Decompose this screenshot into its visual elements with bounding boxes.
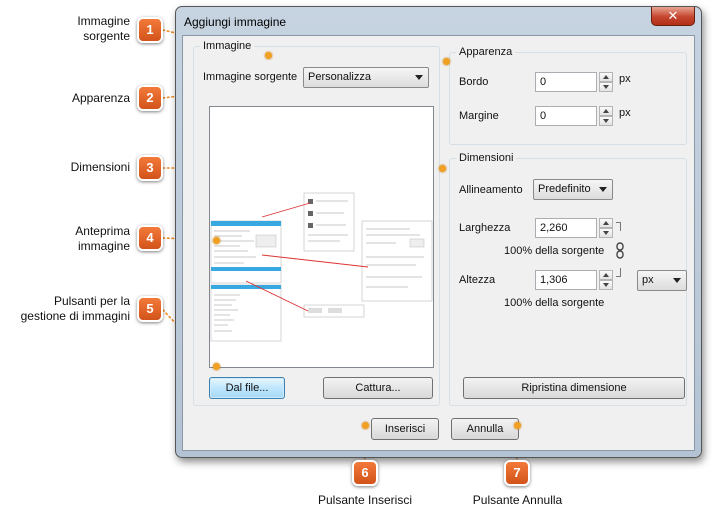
height-spin-arrows-icon[interactable] [599, 270, 613, 290]
source-image-label: Immagine sorgente [203, 71, 298, 83]
callout-2-label: Apparenza [71, 91, 130, 105]
margin-label: Margine [459, 110, 499, 122]
dialog-client-area: Immagine Immagine sorgente Personalizza [182, 35, 695, 451]
width-spin-arrows-icon[interactable] [599, 218, 613, 238]
height-percent: 100% della sorgente [504, 297, 605, 309]
border-unit: px [619, 73, 631, 85]
preview-thumbnail [210, 192, 433, 342]
callout-7-label: Pulsante Annulla [472, 493, 563, 507]
unit-select[interactable]: px [637, 270, 687, 291]
width-link-bracket [616, 222, 621, 231]
callout-3-dot [439, 165, 446, 172]
margin-spin-arrows-icon[interactable] [599, 106, 613, 126]
width-percent: 100% della sorgente [504, 245, 605, 257]
image-preview [209, 106, 434, 368]
width-input[interactable]: 2,260 [535, 218, 597, 238]
dialog-title: Aggiungi immagine [184, 15, 287, 29]
border-label: Bordo [459, 76, 489, 88]
unit-value: px [642, 274, 654, 286]
source-image-select[interactable]: Personalizza [303, 67, 429, 88]
cancel-button[interactable]: Annulla [451, 418, 519, 440]
height-label: Altezza [459, 274, 496, 286]
callout-badge-3: 3 [137, 155, 163, 181]
callout-4-dot [213, 237, 220, 244]
image-group-title: Immagine [200, 40, 255, 52]
callout-3-label: Dimensioni [70, 160, 130, 174]
chevron-down-icon [599, 187, 607, 192]
reset-size-button[interactable]: Ripristina dimensione [463, 377, 685, 399]
callout-4-label: Anteprima immagine [75, 224, 130, 253]
height-link-bracket [616, 268, 621, 277]
callout-5-dot [213, 363, 220, 370]
callout-badge-4: 4 [137, 225, 163, 251]
callout-6-dot [362, 422, 369, 429]
insert-button[interactable]: Inserisci [371, 418, 439, 440]
margin-unit: px [619, 107, 631, 119]
callout-1-label: Immagine sorgente [77, 14, 130, 43]
capture-button[interactable]: Cattura... [323, 377, 433, 399]
chevron-down-icon [415, 75, 423, 80]
chain-link-icon[interactable] [616, 242, 624, 259]
close-icon: ✕ [667, 8, 679, 23]
height-input[interactable]: 1,306 [535, 270, 597, 290]
close-button[interactable]: ✕ [651, 7, 695, 26]
callout-2-dot [443, 58, 450, 65]
appearance-group: Apparenza [449, 46, 687, 145]
callout-badge-6: 6 [352, 460, 378, 486]
callout-badge-7: 7 [504, 460, 530, 486]
callout-badge-5: 5 [137, 296, 163, 322]
alignment-select[interactable]: Predefinito [533, 179, 613, 200]
callout-1-dot [265, 52, 272, 59]
chevron-down-icon [673, 278, 681, 283]
callout-7-dot [514, 422, 521, 429]
from-file-button[interactable]: Dal file... [209, 377, 285, 399]
add-image-dialog: Aggiungi immagine ✕ Immagine Immagine so… [175, 6, 702, 458]
callout-badge-1: 1 [137, 17, 163, 43]
dimensions-group-title: Dimensioni [456, 152, 517, 164]
width-label: Larghezza [459, 222, 511, 234]
border-input[interactable]: 0 [535, 72, 597, 92]
callout-5-label: Pulsanti per la gestione di immagini [20, 294, 130, 323]
alignment-label: Allineamento [459, 184, 523, 196]
callout-6-label: Pulsante Inserisci [317, 493, 413, 507]
margin-input[interactable]: 0 [535, 106, 597, 126]
callout-badge-2: 2 [137, 85, 163, 111]
border-spin-arrows-icon[interactable] [599, 72, 613, 92]
appearance-group-title: Apparenza [456, 46, 516, 58]
alignment-value: Predefinito [538, 183, 591, 195]
source-image-value: Personalizza [308, 71, 371, 83]
